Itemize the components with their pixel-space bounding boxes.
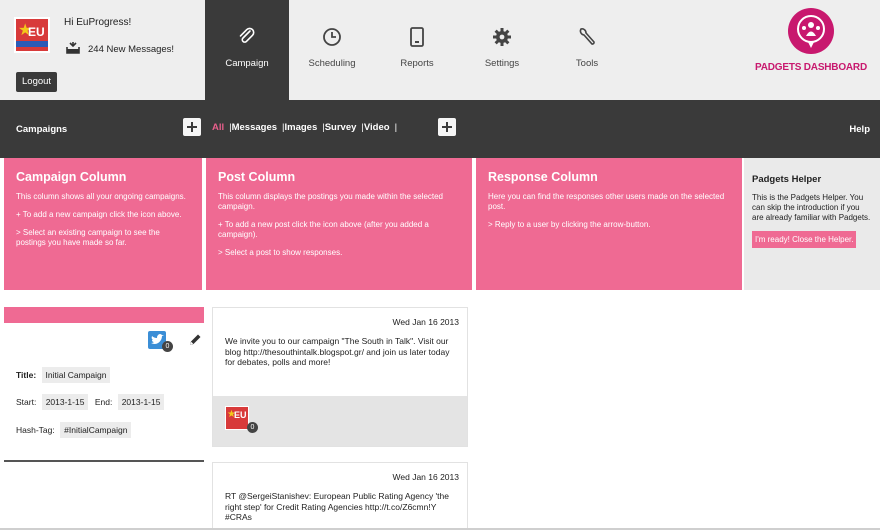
twitter-count-badge: 0 <box>162 341 173 352</box>
user-panel: ★ EU Hi EuProgress! 244 New Messages! Lo… <box>14 14 204 94</box>
avatar: ★ EU <box>14 17 50 53</box>
post-date: Wed Jan 16 2013 <box>392 317 459 327</box>
start-label: Start: <box>16 397 37 407</box>
logout-button[interactable]: Logout <box>16 72 58 92</box>
post-date: Wed Jan 16 2013 <box>392 472 459 482</box>
help-text: > Reply to a user by clicking the arrow-… <box>488 220 651 229</box>
campaign-card[interactable]: 0 Title: Initial Campaign Start: 2013-1-… <box>4 323 204 461</box>
hashtag-label: Hash-Tag: <box>16 425 55 435</box>
nav-scheduling[interactable]: Scheduling <box>290 0 374 100</box>
avatar-stripe <box>16 41 48 47</box>
filter-messages[interactable]: Messages <box>232 122 277 133</box>
help-link[interactable]: Help <box>849 124 870 135</box>
nav-reports[interactable]: Reports <box>375 0 459 100</box>
filter-video[interactable]: Video <box>364 122 390 133</box>
new-messages-count[interactable]: 244 New Messages! <box>88 44 174 55</box>
response-column-help: Response Column Here you can find the re… <box>476 158 742 290</box>
response-count-badge: 0 <box>247 422 258 433</box>
paperclip-icon <box>239 27 255 43</box>
avatar: ★ EU <box>225 406 249 430</box>
post-card[interactable]: Wed Jan 16 2013 RT @SergeiStanishev: Eur… <box>212 462 468 530</box>
post-filter-bar: All |Messages |Images |Survey |Video | <box>212 122 397 133</box>
nav-label: Scheduling <box>308 58 356 69</box>
add-campaign-button[interactable] <box>183 118 201 136</box>
people-icon <box>797 15 825 48</box>
campaign-card-header[interactable] <box>4 307 204 323</box>
inbox-icon[interactable] <box>66 42 80 54</box>
filter-images[interactable]: Images <box>285 122 318 133</box>
campaign-title: Initial Campaign <box>41 367 111 383</box>
campaign-toolbar: Campaigns All |Messages |Images |Survey |Vid… <box>0 100 880 158</box>
close-helper-button[interactable]: I'm ready! Close the Helper. <box>752 231 857 248</box>
brand-logo: PADGETS DASHBOARD <box>752 8 870 92</box>
pencil-icon[interactable] <box>188 333 202 347</box>
gear-icon <box>493 28 511 46</box>
tablet-icon <box>410 27 424 47</box>
campaigns-label: Campaigns <box>16 124 68 135</box>
avatar-text: EU <box>28 25 45 39</box>
column-title: Response Column <box>488 170 598 184</box>
help-text: This column displays the postings you ma… <box>218 192 444 211</box>
nav-tools[interactable]: Tools <box>545 0 629 100</box>
top-header: ★ EU Hi EuProgress! 244 New Messages! Lo… <box>0 0 880 100</box>
brand-name: PADGETS DASHBOARD <box>755 62 867 73</box>
post-text: RT @SergeiStanishev: European Public Rat… <box>225 491 449 522</box>
post-responses-bar: ★ EU 0 <box>213 396 467 446</box>
helper-title: Padgets Helper <box>752 174 822 185</box>
filter-all[interactable]: All <box>212 122 224 133</box>
post-column-help: Post Column This column displays the pos… <box>206 158 472 290</box>
nav-label: Reports <box>400 58 434 69</box>
help-text: + To add a new campaign click the icon a… <box>16 210 182 219</box>
start-date: 2013-1-15 <box>41 394 89 410</box>
campaign-dates-row: Start: 2013-1-15 End: 2013-1-15 <box>16 394 165 410</box>
padgets-helper-panel: Padgets Helper This is the Padgets Helpe… <box>744 158 880 290</box>
campaign-title-row: Title: Initial Campaign <box>16 367 111 383</box>
helper-text: This is the Padgets Helper. You can skip… <box>752 193 871 222</box>
wrench-icon <box>579 28 595 45</box>
greeting-text: Hi EuProgress! <box>64 17 132 28</box>
help-text: > Select a post to show responses. <box>218 248 343 257</box>
padgets-logo-icon <box>788 8 834 54</box>
help-text: > Select an existing campaign to see the… <box>16 228 160 247</box>
end-label: End: <box>94 397 113 407</box>
nav-label: Tools <box>575 58 599 69</box>
nav-label: Settings <box>484 58 520 69</box>
avatar-text: EU <box>234 410 247 420</box>
clock-icon <box>323 28 341 46</box>
nav-label: Campaign <box>225 58 269 69</box>
column-title: Campaign Column <box>16 170 127 184</box>
campaign-hashtag: #InitialCampaign <box>60 422 132 438</box>
filter-survey[interactable]: Survey <box>325 122 357 133</box>
help-text: This column shows all your ongoing campa… <box>16 192 186 201</box>
nav-settings[interactable]: Settings <box>460 0 544 100</box>
post-card[interactable]: Wed Jan 16 2013 We invite you to our cam… <box>212 307 468 447</box>
nav-campaign[interactable]: Campaign <box>205 0 289 100</box>
post-text: We invite you to our campaign "The South… <box>225 336 450 367</box>
divider <box>4 460 204 462</box>
help-text: Here you can find the responses other us… <box>488 192 725 211</box>
column-title: Post Column <box>218 170 296 184</box>
campaign-hashtag-row: Hash-Tag: #InitialCampaign <box>16 422 132 438</box>
end-date: 2013-1-15 <box>117 394 165 410</box>
add-post-button[interactable] <box>438 118 456 136</box>
help-text: + To add a new post click the icon above… <box>218 220 429 239</box>
campaign-column-help: Campaign Column This column shows all yo… <box>4 158 202 290</box>
title-label: Title: <box>16 370 37 380</box>
filter-separator: | <box>394 122 398 133</box>
